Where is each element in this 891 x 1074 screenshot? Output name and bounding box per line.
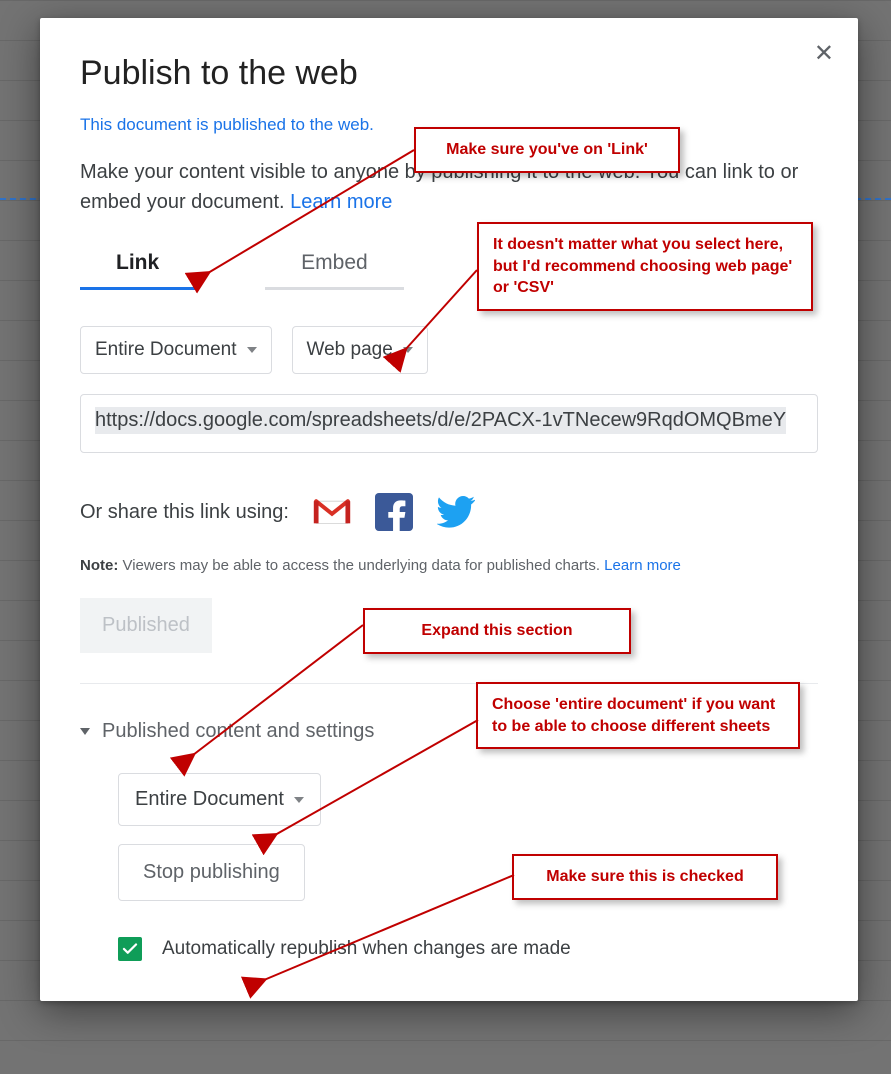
gmail-icon[interactable]	[313, 493, 351, 531]
annotation-checkbox: Make sure this is checked	[512, 854, 778, 900]
expander-label: Published content and settings	[102, 720, 374, 743]
share-label: Or share this link using:	[80, 501, 289, 524]
published-url-field[interactable]: https://docs.google.com/spreadsheets/d/e…	[80, 394, 818, 453]
tab-link[interactable]: Link	[80, 251, 195, 290]
settings-scope-dropdown[interactable]: Entire Document	[118, 773, 321, 826]
learn-more-link[interactable]: Learn more	[290, 191, 392, 213]
published-url-text: https://docs.google.com/spreadsheets/d/e…	[95, 407, 786, 434]
format-dropdown[interactable]: Web page	[292, 326, 428, 374]
note-text: Viewers may be able to access the underl…	[118, 557, 604, 574]
auto-republish-checkbox[interactable]	[118, 937, 142, 961]
chevron-down-icon	[247, 347, 257, 353]
share-row: Or share this link using:	[80, 493, 818, 531]
tab-row: Link Embed	[80, 251, 460, 290]
note-line: Note: Viewers may be able to access the …	[80, 557, 818, 574]
dialog-title: Publish to the web	[80, 54, 818, 93]
annotation-expand: Expand this section	[363, 608, 631, 654]
close-icon[interactable]: ✕	[814, 42, 834, 66]
note-prefix: Note:	[80, 557, 118, 574]
note-learn-more-link[interactable]: Learn more	[604, 557, 681, 574]
annotation-link-tab: Make sure you've on 'Link'	[414, 127, 680, 173]
tab-embed[interactable]: Embed	[265, 251, 404, 290]
stop-publishing-button[interactable]: Stop publishing	[118, 844, 305, 901]
chevron-down-icon	[80, 728, 90, 735]
auto-republish-label: Automatically republish when changes are…	[162, 938, 571, 960]
annotation-entire-doc: Choose 'entire document' if you want to …	[476, 682, 800, 749]
scope-dropdown[interactable]: Entire Document	[80, 326, 272, 374]
scope-dropdown-label: Entire Document	[95, 339, 237, 361]
published-button: Published	[80, 598, 212, 653]
annotation-format: It doesn't matter what you select here, …	[477, 222, 813, 311]
format-dropdown-label: Web page	[307, 339, 393, 361]
facebook-icon[interactable]	[375, 493, 413, 531]
settings-scope-dropdown-label: Entire Document	[135, 788, 284, 811]
twitter-icon[interactable]	[437, 493, 475, 531]
chevron-down-icon	[403, 347, 413, 353]
chevron-down-icon	[294, 797, 304, 803]
